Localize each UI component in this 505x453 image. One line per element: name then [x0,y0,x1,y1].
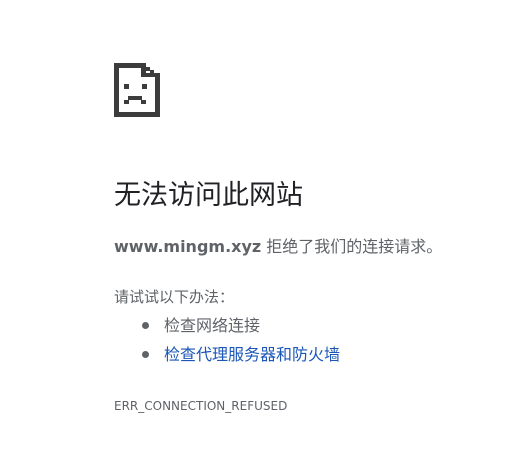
error-message: www.mingm.xyz 拒绝了我们的连接请求。 [114,236,442,258]
bullet-icon [142,351,149,358]
error-message-text: 拒绝了我们的连接请求。 [261,237,443,256]
suggestions-heading: 请试试以下办法： [114,288,235,306]
page-title: 无法访问此网站 [114,180,303,211]
sad-page-icon [114,63,160,117]
error-page: 无法访问此网站 www.mingm.xyz 拒绝了我们的连接请求。 请试试以下办… [0,0,505,453]
bullet-icon [142,322,149,329]
error-code: ERR_CONNECTION_REFUSED [114,399,288,413]
suggestion-item: 检查网络连接 [114,314,340,343]
suggestion-item: 检查代理服务器和防火墙 [114,343,340,372]
check-proxy-firewall-link[interactable]: 检查代理服务器和防火墙 [164,345,340,364]
suggestion-check-network: 检查网络连接 [164,316,261,335]
host-name: www.mingm.xyz [114,237,262,256]
suggestions-list: 检查网络连接 检查代理服务器和防火墙 [114,314,340,372]
